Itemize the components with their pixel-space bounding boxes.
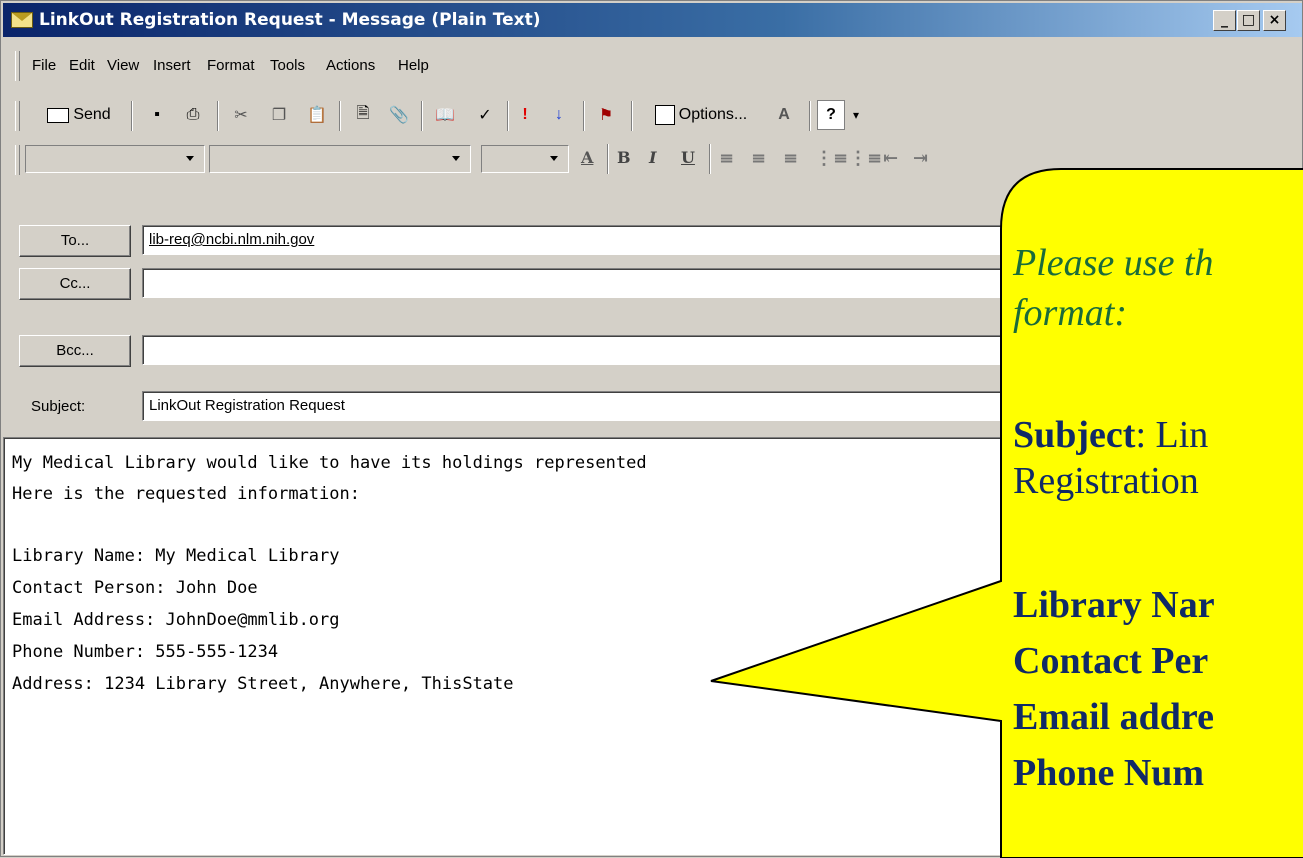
callout-field-library: Library Nar: [1013, 584, 1215, 626]
callout-field-phone: Phone Num: [1013, 752, 1205, 794]
callout-field-contact: Contact Per: [1013, 640, 1209, 682]
message-window: LinkOut Registration Request - Message (…: [0, 0, 1303, 858]
callout-subject-rest: : Lin: [1135, 414, 1209, 456]
callout-subject-line: Subject: Lin: [1013, 413, 1208, 457]
callout-instruction-line2: format:: [1013, 292, 1127, 334]
callout-subject-key: Subject: [1013, 414, 1136, 456]
callout-subject-line2: Registration: [1013, 460, 1199, 502]
callout-field-email: Email addre: [1013, 696, 1214, 738]
callout-instruction-line1: Please use th: [1013, 242, 1214, 284]
